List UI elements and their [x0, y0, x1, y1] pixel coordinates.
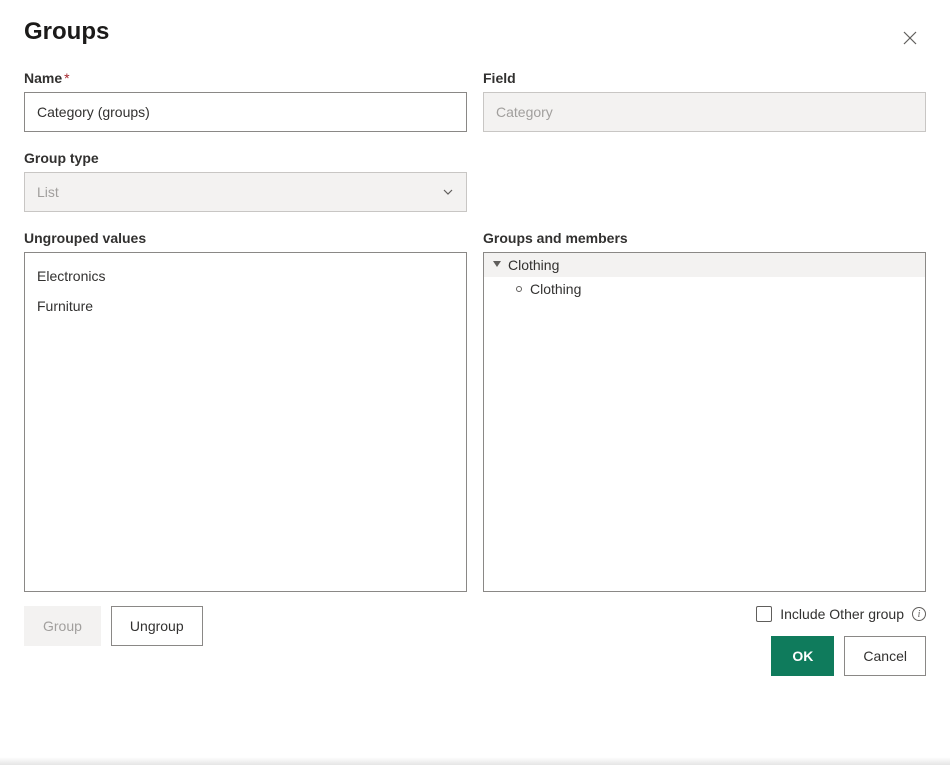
member-bullet-icon: [516, 286, 522, 292]
groups-members-label: Groups and members: [483, 230, 926, 246]
ungrouped-values-listbox[interactable]: ElectronicsFurniture: [24, 252, 467, 592]
expand-icon[interactable]: [492, 260, 502, 270]
dialog-title: Groups: [24, 18, 109, 46]
group-button[interactable]: Group: [24, 606, 101, 646]
chevron-down-icon: [442, 186, 454, 198]
include-other-checkbox[interactable]: [756, 606, 772, 622]
field-input: [483, 92, 926, 132]
tree-group-label: Clothing: [508, 257, 559, 273]
cancel-button[interactable]: Cancel: [844, 636, 926, 676]
close-button[interactable]: [894, 22, 926, 54]
name-label: Name*: [24, 70, 467, 86]
group-type-dropdown: List: [24, 172, 467, 212]
ok-button[interactable]: OK: [771, 636, 834, 676]
list-item[interactable]: Electronics: [25, 261, 466, 291]
field-label: Field: [483, 70, 926, 86]
tree-member-label: Clothing: [530, 281, 581, 297]
name-input[interactable]: [24, 92, 467, 132]
groups-members-tree[interactable]: Clothing Clothing: [483, 252, 926, 592]
list-item[interactable]: Furniture: [25, 291, 466, 321]
close-icon: [903, 31, 917, 45]
group-type-label: Group type: [24, 150, 467, 166]
group-type-value: List: [37, 184, 59, 200]
ungroup-button[interactable]: Ungroup: [111, 606, 203, 646]
info-icon[interactable]: i: [912, 607, 926, 621]
ungrouped-values-label: Ungrouped values: [24, 230, 467, 246]
include-other-label: Include Other group: [780, 606, 904, 622]
required-indicator: *: [64, 70, 69, 86]
tree-member[interactable]: Clothing: [484, 277, 925, 301]
name-label-text: Name: [24, 70, 62, 86]
tree-group-header[interactable]: Clothing: [484, 253, 925, 277]
bottom-shadow: [0, 757, 950, 765]
